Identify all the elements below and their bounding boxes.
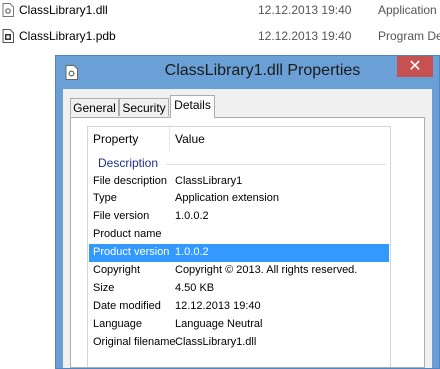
file-name: ClassLibrary1.pdb: [19, 29, 116, 43]
property-row-selected[interactable]: Product version 1.0.0.2: [89, 244, 389, 262]
dialog-title: ClassLibrary1.dll Properties: [164, 62, 361, 79]
property-row[interactable]: Size 4.50 KB: [89, 280, 389, 298]
dll-file-icon: [2, 3, 14, 17]
property-name: Product version: [93, 246, 170, 258]
properties-dialog: ClassLibrary1.dll Properties ✕ General S…: [55, 55, 440, 369]
property-name: Date modified: [93, 300, 161, 312]
property-name: Language: [93, 318, 142, 330]
details-panel: Property Value Description File descript…: [70, 117, 425, 368]
file-date: 12.12.2013 19:40: [258, 29, 352, 43]
tab-details[interactable]: Details: [170, 95, 215, 118]
property-row[interactable]: Date modified 12.12.2013 19:40: [89, 298, 389, 316]
property-row[interactable]: Type Application extension: [89, 190, 389, 208]
property-value: 1.0.0.2: [175, 246, 209, 258]
group-header-description: Description: [98, 156, 159, 170]
property-row[interactable]: Product name: [89, 226, 389, 244]
tab-label: General: [73, 101, 116, 115]
tab-security[interactable]: Security: [119, 98, 169, 116]
column-header-property[interactable]: Property: [93, 132, 138, 146]
property-row[interactable]: File description ClassLibrary1: [89, 173, 389, 191]
list-header: Property Value: [88, 127, 390, 151]
property-name: Copyright: [93, 264, 141, 276]
tab-label: Security: [122, 101, 166, 115]
tab-general[interactable]: General: [70, 98, 119, 116]
file-name: ClassLibrary1.dll: [19, 3, 108, 17]
column-header-value[interactable]: Value: [175, 132, 205, 146]
property-row[interactable]: Language Language Neutral: [89, 316, 389, 334]
file-row-pdb[interactable]: ClassLibrary1.pdb 12.12.2013 19:40 Progr…: [0, 26, 440, 46]
file-date: 12.12.2013 19:40: [258, 3, 352, 17]
property-row[interactable]: Copyright Copyright © 2013. All rights r…: [89, 262, 389, 280]
property-value: Language Neutral: [175, 318, 263, 330]
property-value: ClassLibrary1.dll: [175, 336, 257, 348]
property-value: ClassLibrary1: [175, 175, 243, 187]
file-type: Program De: [378, 29, 440, 43]
property-value: 12.12.2013 19:40: [175, 300, 261, 312]
file-type: Application: [378, 3, 437, 17]
file-row-dll[interactable]: ClassLibrary1.dll 12.12.2013 19:40 Appli…: [0, 0, 440, 20]
close-button[interactable]: ✕: [397, 56, 433, 77]
property-row[interactable]: File version 1.0.0.2: [89, 208, 389, 226]
property-name: Product name: [93, 228, 162, 240]
property-list[interactable]: Property Value Description File descript…: [87, 126, 391, 367]
column-divider[interactable]: [169, 127, 170, 151]
dialog-client: General Security Details Property Value …: [63, 89, 432, 368]
property-value: 4.50 KB: [175, 282, 215, 294]
property-name: Type: [93, 192, 117, 204]
property-name: Size: [93, 282, 115, 294]
title-bar[interactable]: ClassLibrary1.dll Properties ✕: [56, 56, 439, 89]
property-row[interactable]: Original filename ClassLibrary1.dll: [89, 334, 389, 352]
property-value: Copyright © 2013. All rights reserved.: [175, 264, 358, 276]
property-name: File version: [93, 210, 150, 222]
close-icon: ✕: [408, 58, 422, 75]
group-divider: [166, 164, 386, 165]
tab-label: Details: [174, 98, 211, 112]
property-value: 1.0.0.2: [175, 210, 209, 222]
pdb-file-icon: [2, 29, 14, 43]
property-name: Original filename: [93, 336, 176, 348]
property-name: File description: [93, 175, 167, 187]
property-value: Application extension: [175, 192, 279, 204]
